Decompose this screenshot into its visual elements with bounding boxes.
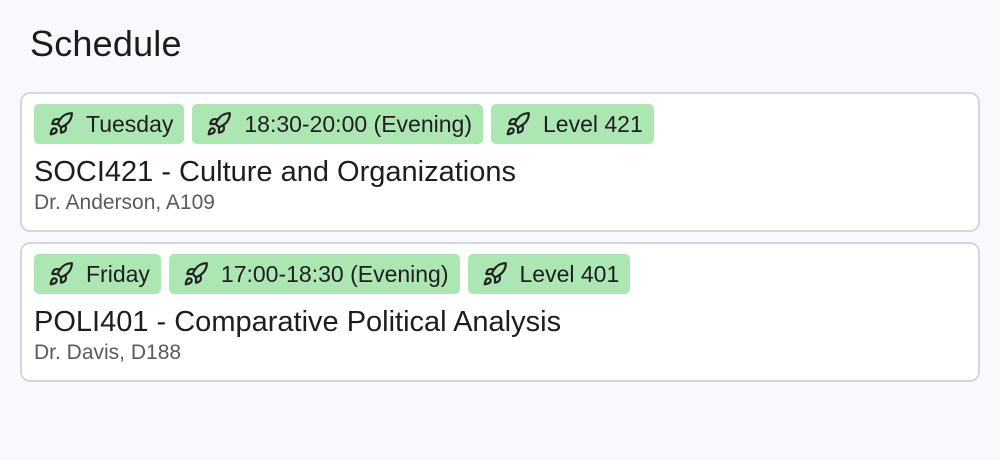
day-tag: Friday [34,254,161,294]
day-tag: Tuesday [34,104,185,144]
rocket-icon [48,261,74,287]
course-card-poli401[interactable]: Friday 17:00-18:30 (Evening) Level 401 P… [20,242,980,382]
tag-label: Level 421 [542,110,643,137]
course-title: SOCI421 - Culture and Organizations [34,156,516,188]
page-title: Schedule [30,23,182,64]
rocket-icon [48,111,74,137]
tag-label: 18:30-20:00 (Evening) [244,110,472,137]
course-card-soci421[interactable]: Tuesday 18:30-20:00 (Evening) Level 421 … [20,92,980,232]
tag-label: Friday [86,260,150,287]
level-tag: Level 401 [467,254,631,294]
course-tags: Friday 17:00-18:30 (Evening) Level 401 [34,254,966,294]
course-list: Tuesday 18:30-20:00 (Evening) Level 421 … [20,92,980,382]
level-tag: Level 421 [490,104,654,144]
rocket-icon [183,261,209,287]
course-title: POLI401 - Comparative Political Analysis [34,306,562,338]
course-instructor-room: Dr. Anderson, A109 [34,191,215,214]
course-instructor-room: Dr. Davis, D188 [34,341,182,364]
tag-label: Tuesday [86,110,174,137]
time-tag: 18:30-20:00 (Evening) [192,104,483,144]
tag-label: Level 401 [519,260,620,287]
rocket-icon [482,261,508,287]
tag-label: 17:00-18:30 (Evening) [220,260,449,287]
course-tags: Tuesday 18:30-20:00 (Evening) Level 421 [34,104,966,144]
rocket-icon [505,111,531,137]
rocket-icon [206,111,232,137]
schedule-page: Schedule Tuesday 18:30-20:00 (Evening) L… [0,0,1000,460]
time-tag: 17:00-18:30 (Evening) [168,254,460,294]
